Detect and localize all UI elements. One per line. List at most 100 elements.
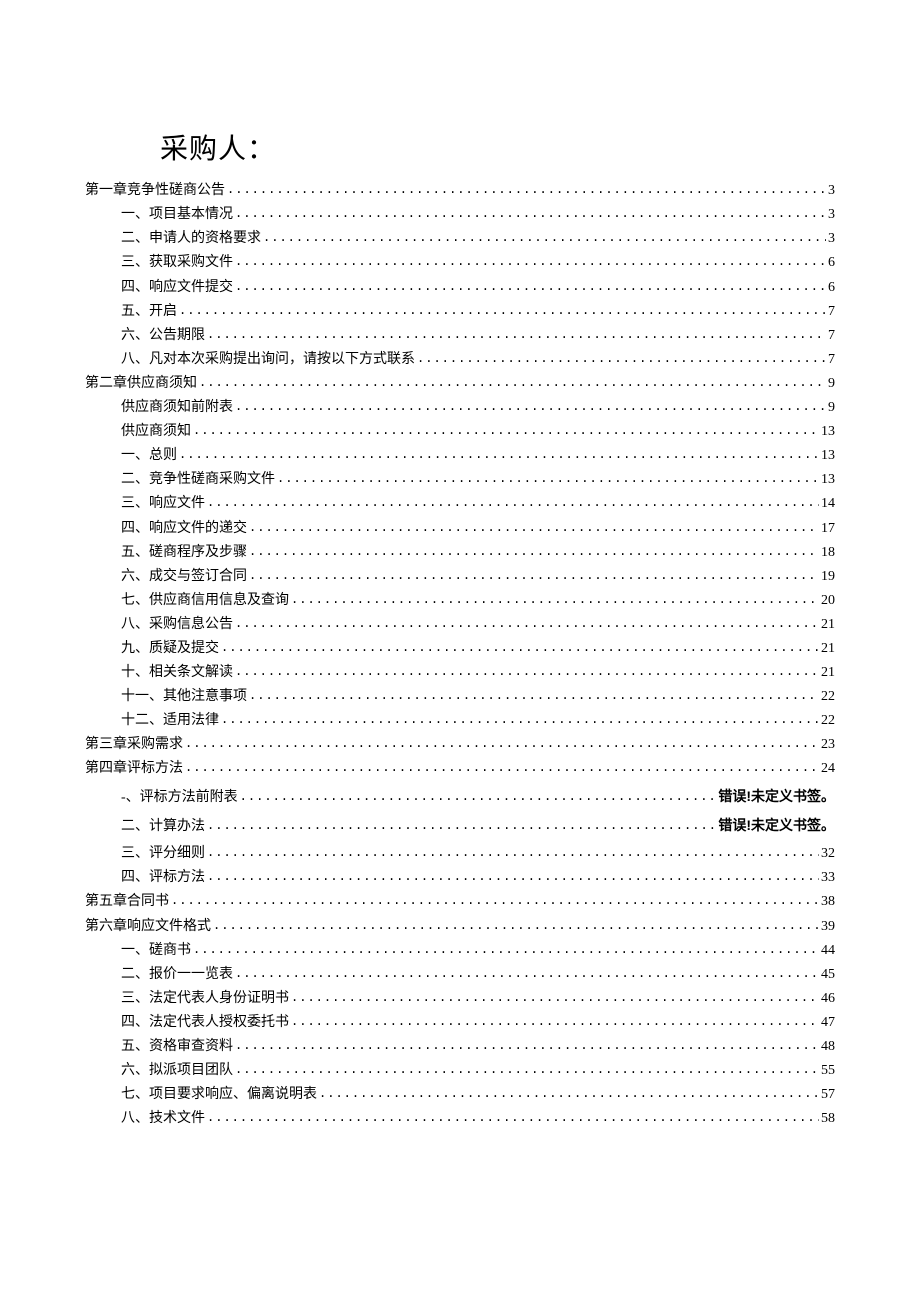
toc-text: 八、技术文件 [121, 1109, 205, 1129]
toc-text: 七、供应商信用信息及查询 [121, 591, 289, 611]
toc-page: 45 [821, 965, 835, 985]
toc-entry: 第二章供应商须知9 [85, 374, 835, 394]
toc-text: 六、成交与签订合同 [121, 567, 247, 587]
toc-entry: 一、项目基本情况 3 [85, 205, 835, 225]
toc-text: 三、获取采购文件 [121, 253, 233, 273]
toc-page: 48 [821, 1037, 835, 1057]
toc-text: 五、开启 [121, 302, 177, 322]
toc-leader [417, 350, 826, 367]
toc-page: 23 [821, 735, 835, 755]
toc-entry: 五、开启 7 [85, 302, 835, 322]
toc-text: 第六章响应文件格式 [85, 917, 211, 937]
toc-page: 21 [821, 615, 835, 635]
toc-page: 13 [821, 446, 835, 466]
toc-text: 一、项目基本情况 [121, 205, 233, 225]
toc-page: 14 [821, 494, 835, 514]
toc-leader [207, 1109, 819, 1126]
toc-entry: 第五章合同书 38 [85, 892, 835, 912]
toc-page: 47 [821, 1013, 835, 1033]
toc-text: 十二、适用法律 [121, 711, 219, 731]
toc-page: 20 [821, 591, 835, 611]
toc-text: 二、计算办法 [121, 817, 205, 837]
toc-entry: 二、申请人的资格要求3 [85, 229, 835, 249]
toc-leader [221, 711, 819, 728]
toc-page: 21 [821, 663, 835, 683]
toc-page: 3 [828, 205, 835, 225]
toc-page: 6 [828, 253, 835, 273]
toc-leader [207, 868, 819, 885]
toc-leader [277, 470, 819, 487]
toc-text: 一、磋商书 [121, 941, 191, 961]
toc-error: 错误!未定义书签。 [718, 816, 835, 836]
toc-leader [235, 615, 819, 632]
toc-page: 24 [821, 759, 835, 779]
toc-entry: 八、采购信息公告 21 [85, 615, 835, 635]
toc-entry: 第三章采购需求 23 [85, 735, 835, 755]
toc-text: 八、凡对本次采购提出询问，请按以下方式联系 [121, 350, 415, 370]
toc-leader [185, 759, 819, 776]
toc-leader [179, 446, 819, 463]
toc-leader [171, 892, 819, 909]
toc-page: 9 [828, 374, 835, 394]
toc-text: 六、公告期限 [121, 326, 205, 346]
toc-text: 四、响应文件提交 [121, 278, 233, 298]
document-title: 采购人： [160, 130, 835, 169]
toc-entry: 六、拟派项目团队55 [85, 1061, 835, 1081]
toc-leader [235, 398, 826, 415]
toc-page: 46 [821, 989, 835, 1009]
toc-page: 22 [821, 687, 835, 707]
toc-page: 7 [828, 302, 835, 322]
toc-leader [291, 591, 819, 608]
toc-entry: 四、评标方法 33 [85, 868, 835, 888]
toc-page: 44 [821, 941, 835, 961]
toc-leader [319, 1085, 819, 1102]
toc-entry: 三、获取采购文件 6 [85, 253, 835, 273]
toc-page: 22 [821, 711, 835, 731]
toc-entry: 五、资格审查资料 48 [85, 1037, 835, 1057]
toc-leader [179, 302, 826, 319]
toc-entry: 九、质疑及提交21 [85, 639, 835, 659]
toc-entry: 供应商须知前附表9 [85, 398, 835, 418]
toc-text: 第一章竞争性磋商公告 [85, 181, 225, 201]
toc-leader [263, 229, 826, 246]
toc-text: 七、项目要求响应、偏离说明表 [121, 1085, 317, 1105]
toc-page: 7 [828, 350, 835, 370]
toc-text: 五、资格审查资料 [121, 1037, 233, 1057]
toc-text: 第五章合同书 [85, 892, 169, 912]
toc-entry: 二、竞争性磋商采购文件13 [85, 470, 835, 490]
toc-text: 六、拟派项目团队 [121, 1061, 233, 1081]
toc-text: 八、采购信息公告 [121, 615, 233, 635]
toc-entry: 三、响应文件 14 [85, 494, 835, 514]
toc-page: 9 [828, 398, 835, 418]
toc-leader [235, 663, 819, 680]
toc-leader [249, 543, 819, 560]
toc-entry: 一、磋商书 44 [85, 941, 835, 961]
toc-entry: 十、相关条文解读21 [85, 663, 835, 683]
toc-entry: 供应商须知13 [85, 422, 835, 442]
toc-text: 第三章采购需求 [85, 735, 183, 755]
toc-error: 错误!未定义书签。 [718, 787, 835, 807]
toc-leader [227, 181, 826, 198]
toc-entry: 六、公告期限7 [85, 326, 835, 346]
toc-text: 四、评标方法 [121, 868, 205, 888]
toc-text: 二、报价一一览表 [121, 965, 233, 985]
toc-text: 三、法定代表人身份证明书 [121, 989, 289, 1009]
toc-entry: 二、计算办法 错误!未定义书签。 [85, 816, 835, 837]
toc-text: 三、响应文件 [121, 494, 205, 514]
toc-page: 38 [821, 892, 835, 912]
toc-page: 32 [821, 844, 835, 864]
toc-leader [207, 817, 716, 834]
toc-leader [221, 639, 819, 656]
toc-page: 6 [828, 278, 835, 298]
toc-page: 13 [821, 470, 835, 490]
toc-entry: 四、法定代表人授权委托书 47 [85, 1013, 835, 1033]
toc-page: 58 [821, 1109, 835, 1129]
toc-text: 四、法定代表人授权委托书 [121, 1013, 289, 1033]
toc-page: 13 [821, 422, 835, 442]
toc-leader [249, 519, 819, 536]
toc-leader [199, 374, 826, 391]
toc-entry: 七、供应商信用信息及查询 20 [85, 591, 835, 611]
toc-page: 18 [821, 543, 835, 563]
toc-text: 四、响应文件的递交 [121, 519, 247, 539]
toc-page: 33 [821, 868, 835, 888]
